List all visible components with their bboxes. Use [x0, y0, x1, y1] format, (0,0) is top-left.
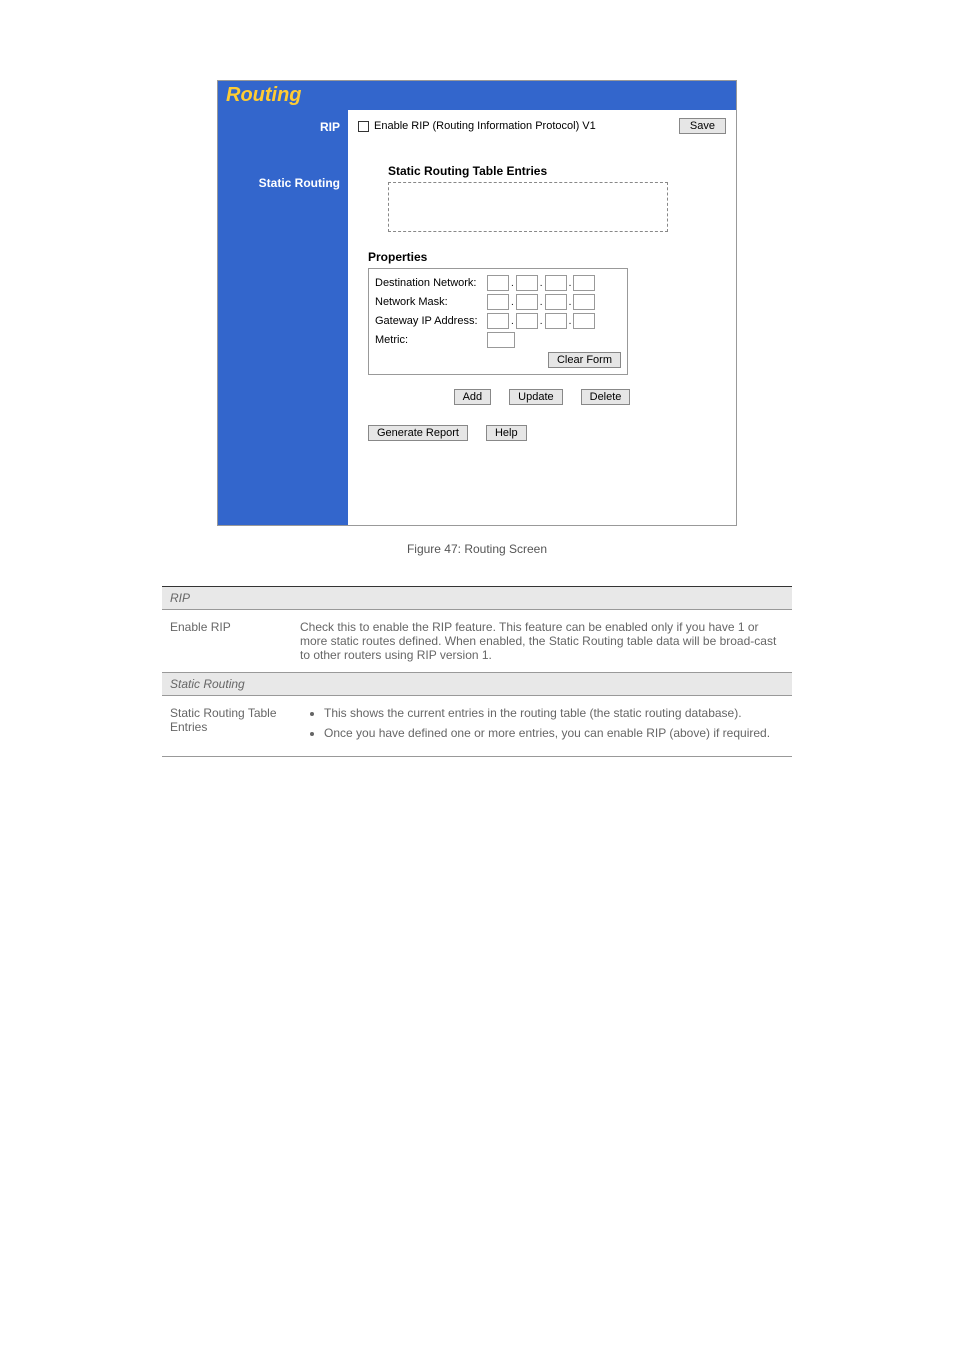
bottom-buttons: Generate Report Help	[368, 425, 726, 441]
routing-panel: Routing RIP Static Routing Enable RIP (R…	[217, 80, 737, 526]
add-button[interactable]: Add	[454, 389, 492, 405]
clear-form-button[interactable]: Clear Form	[548, 352, 621, 368]
content-area: Enable RIP (Routing Information Protocol…	[348, 110, 736, 525]
section-rip-label: RIP	[162, 587, 792, 610]
gateway-row: Gateway IP Address: . . .	[375, 313, 621, 329]
panel-header: Routing	[218, 81, 736, 110]
row-label: Static Routing Table Entries	[162, 696, 292, 757]
dest-octet-2[interactable]	[516, 275, 538, 291]
gateway-label: Gateway IP Address:	[375, 315, 487, 327]
list-item: Once you have defined one or more entrie…	[324, 726, 784, 740]
panel-title: Routing	[226, 84, 302, 106]
figure-caption: Figure 47: Routing Screen	[407, 542, 547, 556]
dest-label: Destination Network:	[375, 277, 487, 289]
mask-row: Network Mask: . . .	[375, 294, 621, 310]
entries-heading: Static Routing Table Entries	[388, 164, 726, 178]
row-label: Enable RIP	[162, 610, 292, 673]
row-text: Check this to enable the RIP feature. Th…	[292, 610, 792, 673]
sidebar-rip-label: RIP	[226, 120, 340, 134]
gateway-octet-3[interactable]	[545, 313, 567, 329]
gateway-octet-4[interactable]	[573, 313, 595, 329]
panel-body: RIP Static Routing Enable RIP (Routing I…	[218, 110, 736, 525]
action-buttons: Add Update Delete	[358, 389, 726, 405]
metric-label: Metric:	[375, 334, 487, 346]
enable-rip-checkbox[interactable]	[358, 121, 369, 132]
gateway-octet-2[interactable]	[516, 313, 538, 329]
table-row: Enable RIP Check this to enable the RIP …	[162, 610, 792, 673]
enable-rip-label: Enable RIP (Routing Information Protocol…	[374, 120, 596, 132]
mask-octet-2[interactable]	[516, 294, 538, 310]
metric-row: Metric:	[375, 332, 621, 348]
delete-button[interactable]: Delete	[581, 389, 631, 405]
properties-box: Destination Network: . . .	[368, 268, 628, 375]
dest-octet-4[interactable]	[573, 275, 595, 291]
dest-octet-3[interactable]	[545, 275, 567, 291]
table-row: Static Routing Table Entries This shows …	[162, 696, 792, 757]
rip-row: Enable RIP (Routing Information Protocol…	[358, 118, 726, 134]
help-button[interactable]: Help	[486, 425, 527, 441]
list-item: This shows the current entries in the ro…	[324, 706, 784, 720]
table-section-static: Static Routing	[162, 673, 792, 696]
mask-octet-1[interactable]	[487, 294, 509, 310]
mask-octet-3[interactable]	[545, 294, 567, 310]
row-text: This shows the current entries in the ro…	[292, 696, 792, 757]
dest-octet-1[interactable]	[487, 275, 509, 291]
save-button[interactable]: Save	[679, 118, 726, 134]
table-section-rip: RIP	[162, 587, 792, 610]
sidebar: RIP Static Routing	[218, 110, 348, 525]
mask-octet-4[interactable]	[573, 294, 595, 310]
routing-entries-listbox[interactable]	[388, 182, 668, 232]
properties-heading: Properties	[368, 250, 726, 264]
generate-report-button[interactable]: Generate Report	[368, 425, 468, 441]
sidebar-static-label: Static Routing	[226, 176, 340, 190]
mask-label: Network Mask:	[375, 296, 487, 308]
section-static-label: Static Routing	[162, 673, 792, 696]
description-table: RIP Enable RIP Check this to enable the …	[162, 586, 792, 757]
dest-row: Destination Network: . . .	[375, 275, 621, 291]
update-button[interactable]: Update	[509, 389, 562, 405]
gateway-octet-1[interactable]	[487, 313, 509, 329]
metric-input[interactable]	[487, 332, 515, 348]
